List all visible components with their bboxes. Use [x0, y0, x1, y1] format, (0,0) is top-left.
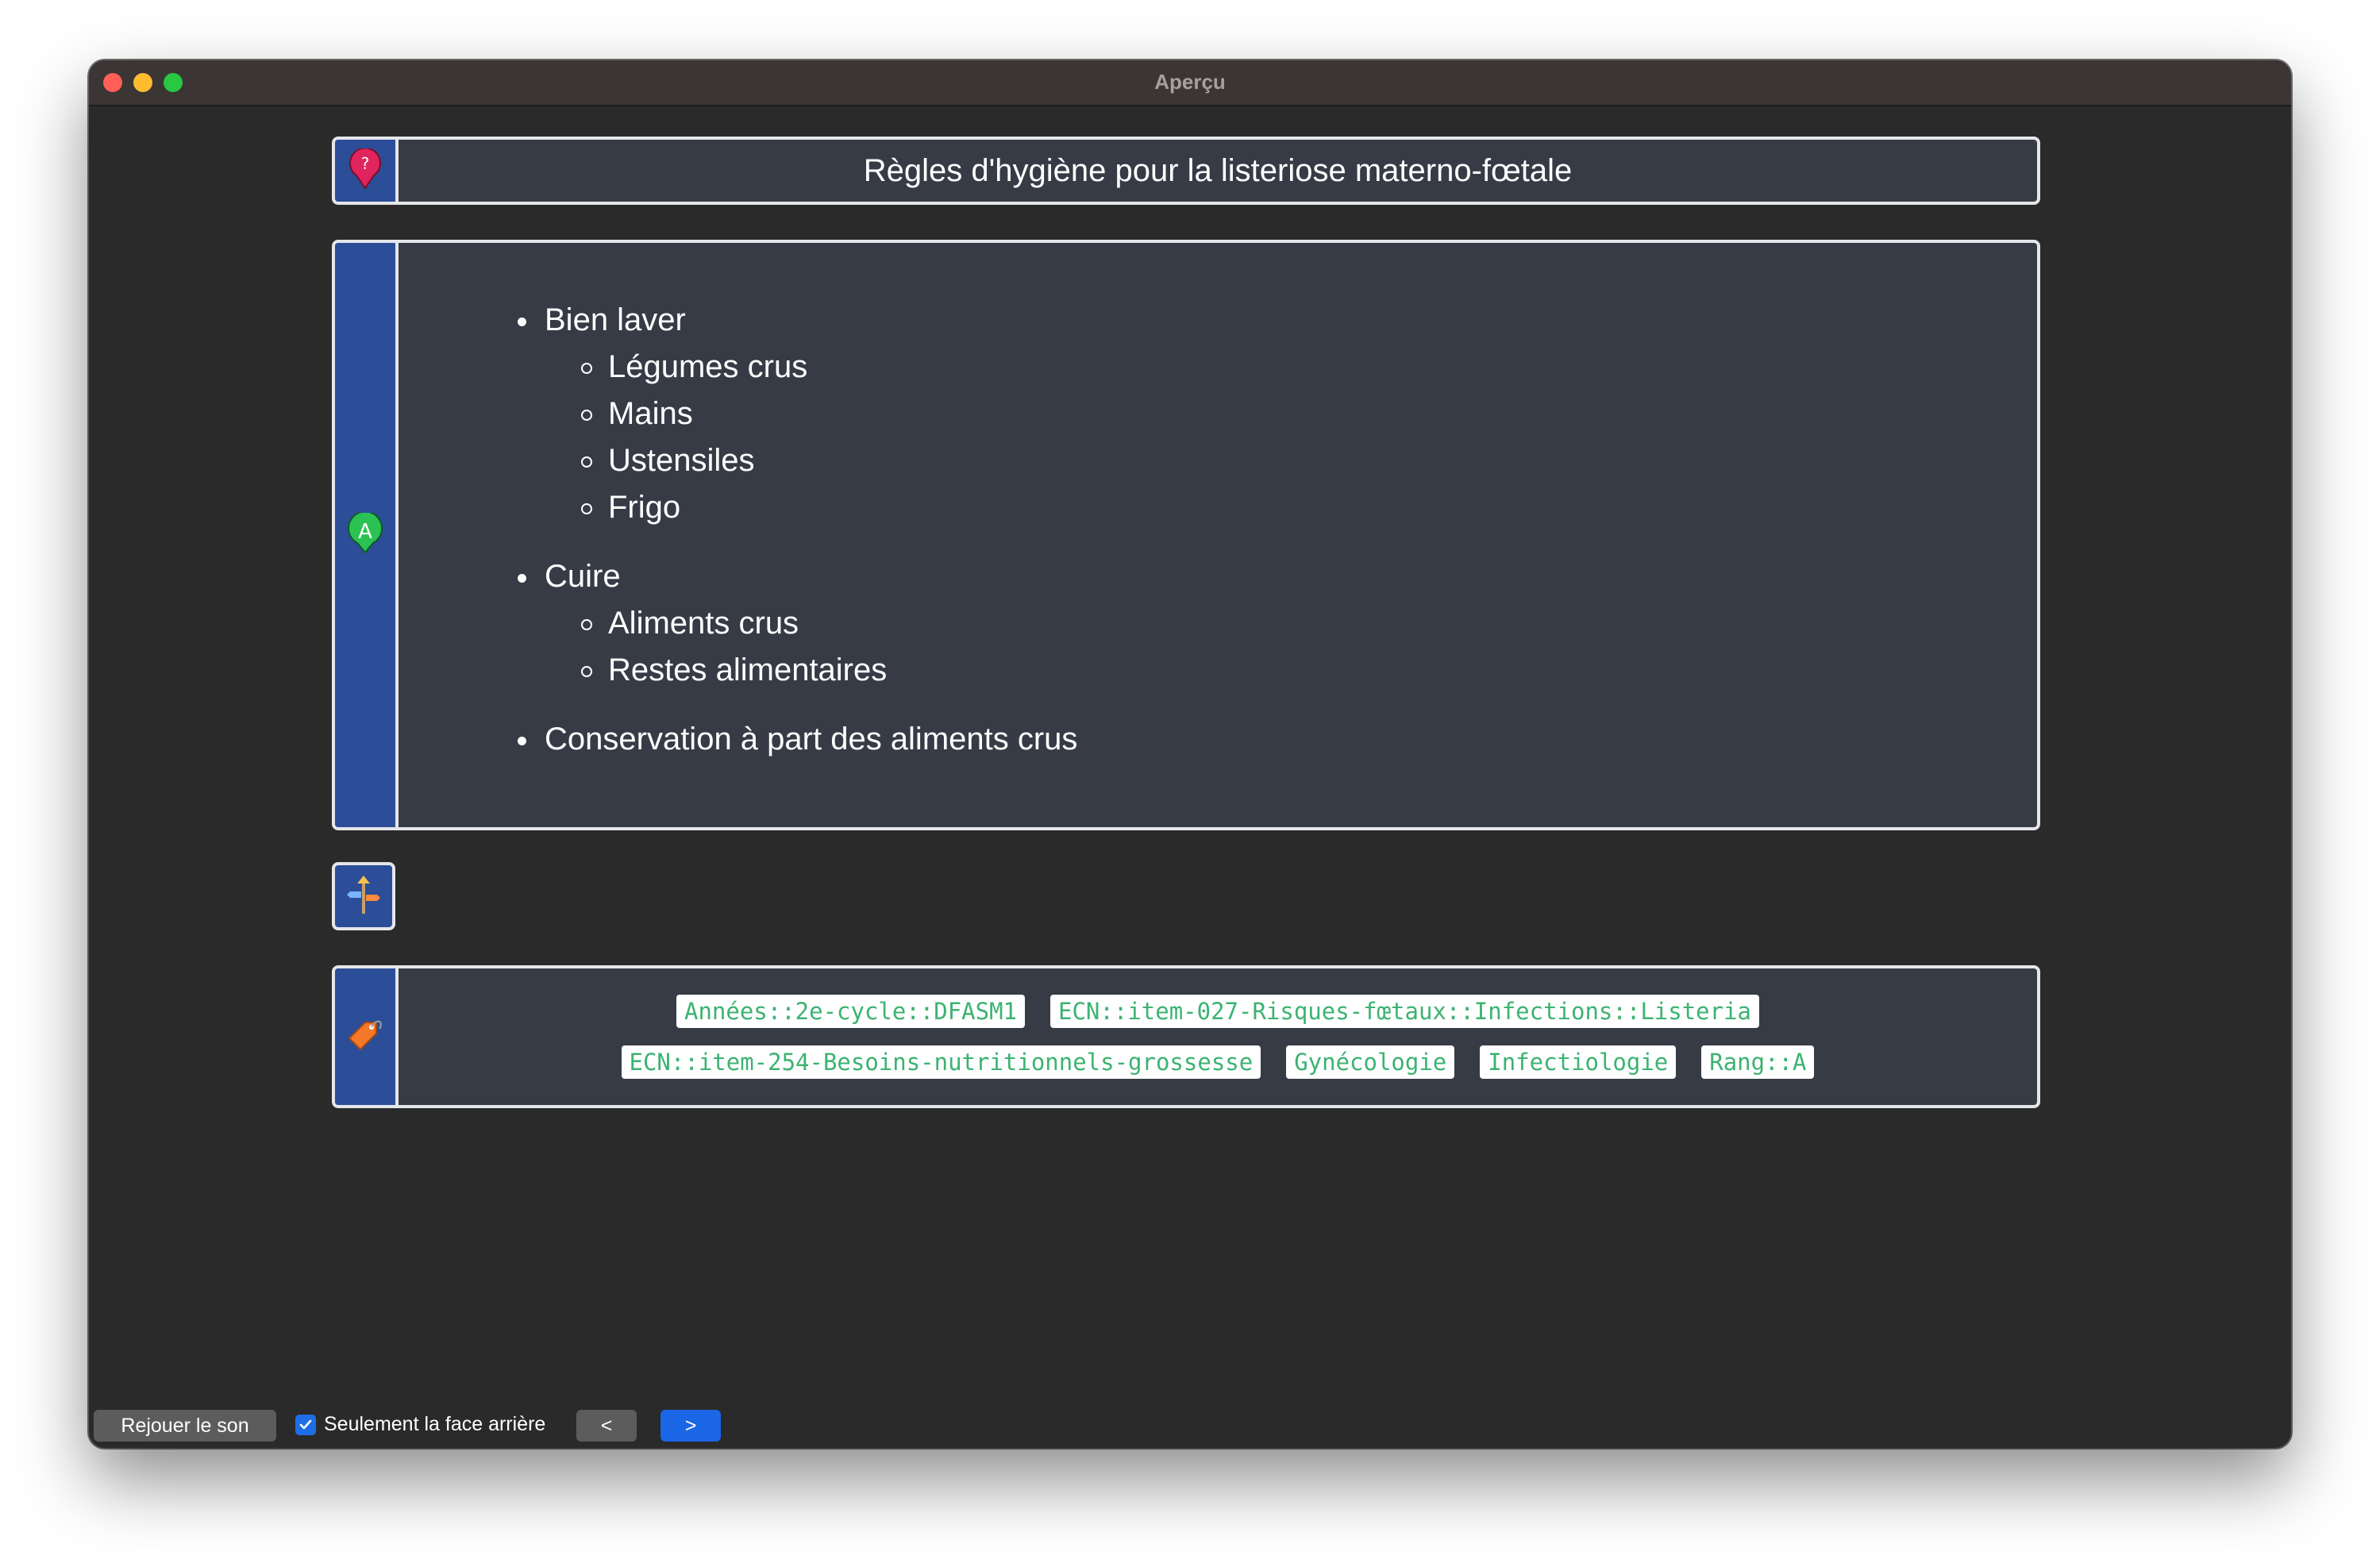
question-strip: ?	[335, 140, 399, 202]
answer-subitem: Ustensiles	[581, 437, 1077, 484]
tags-panel: Années::2e-cycle::DFASM1 ECN::item-027-Ri…	[332, 965, 2040, 1108]
extra-panel	[332, 862, 395, 930]
previous-card-button[interactable]: <	[576, 1410, 637, 1442]
tag-chip[interactable]: Années::2e-cycle::DFASM1	[676, 995, 1026, 1028]
next-card-button[interactable]: >	[660, 1410, 721, 1442]
tag-chip[interactable]: Gynécologie	[1286, 1045, 1455, 1079]
tag-chip[interactable]: Rang::A	[1701, 1045, 1815, 1079]
tag-row: ECN::item-254-Besoins-nutritionnels-gros…	[621, 1045, 1815, 1079]
tag-row: Années::2e-cycle::DFASM1 ECN::item-027-Ri…	[676, 995, 1759, 1028]
svg-text:?: ?	[361, 154, 370, 173]
letter-a-icon: A	[346, 510, 384, 558]
answer-item-label: Bien laver	[545, 302, 686, 337]
window-title: Aperçu	[1154, 70, 1226, 94]
tags-area: Années::2e-cycle::DFASM1 ECN::item-027-Ri…	[399, 968, 2037, 1105]
title-bar: Aperçu	[89, 60, 2291, 106]
answer-item: Bien laver Légumes crus Mains Ustensiles Fri…	[518, 297, 1077, 531]
answer-strip: A	[335, 243, 399, 827]
preview-window: Aperçu ? Règles d'hygiène pour la lister…	[89, 60, 2291, 1448]
tag-chip[interactable]: ECN::item-254-Besoins-nutritionnels-gros…	[621, 1045, 1261, 1079]
answer-item-label: Cuire	[545, 559, 621, 594]
answer-subitem: Légumes crus	[581, 344, 1077, 391]
back-only-checkbox[interactable]	[295, 1414, 316, 1435]
answer-body: Bien laver Légumes crus Mains Ustensiles Fri…	[399, 243, 2037, 827]
checkmark-icon	[299, 1419, 312, 1429]
answer-subitem: Restes alimentaires	[581, 647, 1077, 694]
tag-icon	[345, 1015, 386, 1060]
answer-subitem: Aliments crus	[581, 600, 1077, 647]
back-only-option[interactable]: Seulement la face arrière	[295, 1413, 545, 1436]
back-only-label: Seulement la face arrière	[324, 1413, 546, 1435]
question-pin-icon: ?	[347, 147, 383, 194]
question-text: Règles d'hygiène pour la listeriose mate…	[863, 152, 1573, 188]
tags-strip	[335, 968, 399, 1105]
signpost-icon	[345, 874, 382, 919]
svg-text:A: A	[358, 520, 372, 544]
answer-subitem: Frigo	[581, 484, 1077, 531]
answer-sublist: Légumes crus Mains Ustensiles Frigo	[545, 344, 1077, 531]
question-panel: ? Règles d'hygiène pour la listeriose ma…	[332, 137, 2040, 205]
answer-list: Bien laver Légumes crus Mains Ustensiles Fri…	[518, 297, 1077, 763]
replay-audio-button[interactable]: Rejouer le son	[94, 1410, 276, 1442]
bottom-bar: Rejouer le son Seulement la face arrière…	[89, 1407, 2291, 1443]
answer-sublist: Aliments crus Restes alimentaires	[545, 600, 1077, 694]
answer-item: Cuire Aliments crus Restes alimentaires	[518, 553, 1077, 694]
answer-item: Conservation à part des aliments crus	[518, 716, 1077, 763]
answer-panel: A Bien laver Légumes crus Mains Ustensiles F…	[332, 240, 2040, 830]
tag-chip[interactable]: ECN::item-027-Risques-fœtaux::Infections…	[1050, 995, 1759, 1028]
tag-chip[interactable]: Infectiologie	[1480, 1045, 1677, 1079]
answer-item-label: Conservation à part des aliments crus	[545, 722, 1078, 757]
answer-subitem: Mains	[581, 391, 1077, 437]
